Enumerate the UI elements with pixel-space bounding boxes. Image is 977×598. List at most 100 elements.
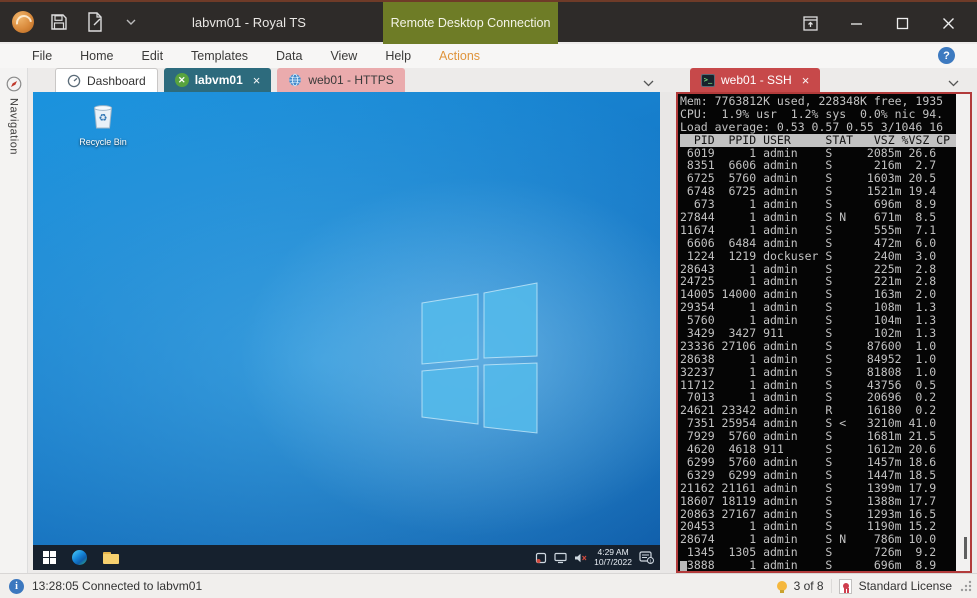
tab-label: labvm01 — [195, 73, 243, 87]
speaker-muted-icon[interactable] — [574, 552, 587, 564]
ssh-terminal-pane[interactable]: Mem: 7763812K used, 228348K free, 1935 C… — [676, 92, 972, 573]
edge-browser-icon[interactable] — [72, 550, 87, 565]
minimize-button[interactable] — [839, 8, 873, 38]
info-icon: i — [9, 579, 24, 594]
close-icon — [942, 17, 955, 30]
compass-icon — [6, 76, 22, 92]
question-icon: ? — [943, 50, 950, 62]
save-button[interactable] — [48, 11, 70, 33]
menu-bar: File Home Edit Templates Data View Help … — [0, 44, 977, 68]
terminal-line: 11674 1 admin S 555m 7.1 — [680, 224, 956, 237]
recycle-bin-icon: ♻ — [90, 100, 116, 130]
tab-dashboard[interactable]: Dashboard — [55, 68, 158, 92]
menu-file[interactable]: File — [18, 49, 66, 63]
menu-home[interactable]: Home — [66, 49, 127, 63]
terminal-line: 28638 1 admin S 84952 1.0 — [680, 353, 956, 366]
terminal-line: 32237 1 admin S 81808 1.0 — [680, 366, 956, 379]
help-button[interactable]: ? — [938, 47, 955, 64]
tab-web01-ssh[interactable]: >_ web01 - SSH × — [690, 68, 820, 92]
connection-status-text: 13:28:05 Connected to labvm01 — [32, 579, 202, 593]
new-document-button[interactable] — [84, 11, 106, 33]
terminal-line: 4620 4618 911 S 1612m 20.6 — [680, 443, 956, 456]
chevron-down-icon — [643, 80, 654, 87]
terminal-column-header: PID PPID USER STAT VSZ %VSZ CP — [680, 134, 956, 147]
tab-overflow-dropdown[interactable] — [643, 74, 654, 92]
taskbar-clock[interactable]: 4:29 AM 10/7/2022 — [594, 548, 632, 567]
svg-text:1: 1 — [649, 558, 652, 563]
terminal-line: 6299 5760 admin S 1457m 18.6 — [680, 456, 956, 469]
license-label[interactable]: Standard License — [859, 579, 952, 593]
file-explorer-icon[interactable] — [103, 552, 119, 564]
terminal-line: 6329 6299 admin S 1447m 18.5 — [680, 469, 956, 482]
terminal-cursor — [680, 561, 687, 571]
windows-taskbar: 4:29 AM 10/7/2022 1 — [33, 545, 660, 570]
terminal-line: CPU: 1.9% usr 1.2% sys 0.0% nic 94. — [680, 108, 956, 121]
recycle-bin-label: Recycle Bin — [73, 137, 133, 147]
tab-labvm01[interactable]: ✕ labvm01 × — [164, 68, 272, 92]
dock-window-icon — [803, 16, 818, 31]
terminal-line: Load average: 0.53 0.57 0.55 3/1046 16 — [680, 121, 956, 134]
terminal-line-with-cursor: 3888 1 admin S 696m 8.9 — [680, 559, 956, 571]
dashboard-gauge-icon — [67, 74, 81, 88]
close-window-button[interactable] — [931, 8, 965, 38]
save-icon — [50, 13, 68, 31]
clock-date: 10/7/2022 — [594, 558, 632, 568]
terminal-line: 6606 6484 admin S 472m 6.0 — [680, 237, 956, 250]
terminal-line: 3429 3427 911 S 102m 1.3 — [680, 327, 956, 340]
status-bar: i 13:28:05 Connected to labvm01 3 of 8 S… — [0, 573, 977, 598]
navigation-panel-collapsed[interactable]: Navigation — [0, 68, 28, 573]
network-display-icon[interactable] — [554, 552, 567, 564]
menu-edit[interactable]: Edit — [128, 49, 178, 63]
menu-templates[interactable]: Templates — [177, 49, 262, 63]
menu-help[interactable]: Help — [371, 49, 425, 63]
tray-app-icon[interactable] — [535, 552, 547, 564]
royal-ts-logo-icon[interactable] — [12, 11, 34, 33]
title-bar: labvm01 - Royal TS Remote Desktop Connec… — [0, 0, 977, 42]
new-document-icon — [86, 12, 104, 32]
maximize-icon — [896, 17, 909, 30]
resize-grip[interactable] — [959, 579, 973, 593]
context-ribbon-tab[interactable]: Remote Desktop Connection — [383, 2, 558, 44]
pane-splitter[interactable] — [660, 92, 676, 573]
scrollbar-thumb[interactable] — [964, 537, 967, 559]
terminal-icon: >_ — [701, 74, 715, 87]
tab-label: Dashboard — [87, 74, 146, 88]
menu-actions[interactable]: Actions — [425, 49, 494, 63]
menu-view[interactable]: View — [316, 49, 371, 63]
globe-icon — [288, 73, 302, 87]
rdp-session-icon: ✕ — [175, 73, 189, 87]
tab-strip: Dashboard ✕ labvm01 × web01 - HTTPS — [0, 68, 977, 92]
windows-wallpaper-logo — [33, 92, 660, 570]
terminal-line: 23336 27106 admin S 87600 1.0 — [680, 340, 956, 353]
reminder-count[interactable]: 3 of 8 — [794, 579, 824, 593]
terminal-line: 1224 1219 dockuser S 240m 3.0 — [680, 250, 956, 263]
terminal-line: 18607 18119 admin S 1388m 17.7 — [680, 495, 956, 508]
recycle-bin-desktop-icon[interactable]: ♻ Recycle Bin — [73, 100, 133, 147]
terminal-line: 27844 1 admin S N 671m 8.5 — [680, 211, 956, 224]
terminal-scrollbar[interactable] — [956, 94, 970, 571]
tab-web01-https[interactable]: web01 - HTTPS — [277, 68, 404, 92]
minimize-icon — [850, 17, 863, 30]
terminal-line: Mem: 7763812K used, 228348K free, 1935 — [680, 95, 956, 108]
license-icon — [839, 579, 852, 594]
royal-ts-window: labvm01 - Royal TS Remote Desktop Connec… — [0, 0, 977, 598]
navigation-panel-label: Navigation — [8, 98, 20, 155]
close-tab-icon[interactable]: × — [253, 73, 261, 88]
notification-panel-icon[interactable]: 1 — [639, 551, 654, 564]
tab-label: web01 - SSH — [721, 73, 792, 87]
lightbulb-icon — [777, 581, 787, 591]
window-title: labvm01 - Royal TS — [115, 15, 383, 30]
tab-label: web01 - HTTPS — [308, 73, 393, 87]
close-tab-icon[interactable]: × — [802, 73, 810, 88]
terminal-output: Mem: 7763812K used, 228348K free, 1935 C… — [678, 94, 956, 571]
start-button[interactable] — [43, 551, 56, 564]
terminal-line: 21162 21161 admin S 1399m 17.9 — [680, 482, 956, 495]
recycle-symbol: ♻ — [99, 113, 108, 124]
rdp-desktop-view[interactable]: ♻ Recycle Bin — [33, 92, 660, 570]
chevron-down-icon — [948, 80, 959, 87]
dock-window-button[interactable] — [793, 8, 827, 38]
start-icon — [43, 551, 49, 557]
tab-overflow-dropdown-right[interactable] — [948, 74, 959, 92]
maximize-button[interactable] — [885, 8, 919, 38]
menu-data[interactable]: Data — [262, 49, 316, 63]
